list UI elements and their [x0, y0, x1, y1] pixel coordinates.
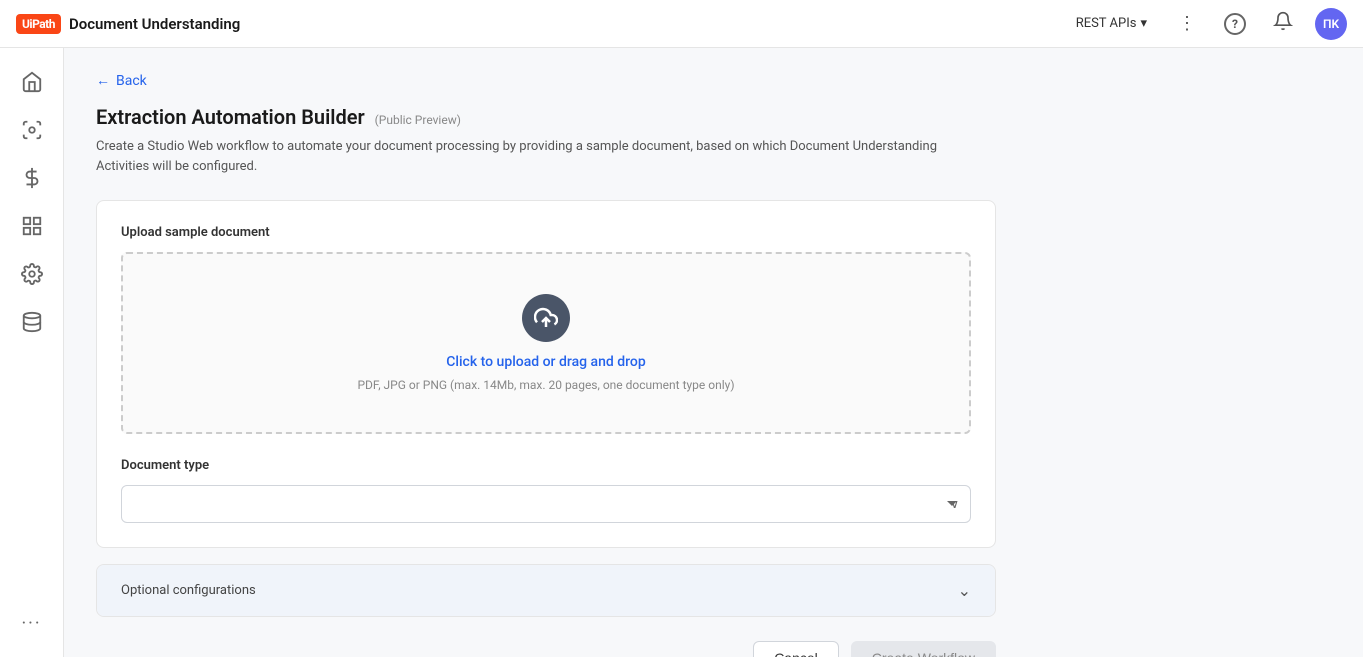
- upload-cta-text: Click to upload or drag and drop: [446, 354, 645, 370]
- bell-icon: [1273, 11, 1293, 36]
- sidebar-nav: ···: [0, 48, 64, 657]
- page-title: Extraction Automation Builder: [96, 105, 365, 129]
- document-type-label: Document type: [121, 458, 971, 473]
- action-bar: Cancel Create Workflow: [96, 641, 996, 657]
- help-icon: ?: [1224, 13, 1246, 35]
- cancel-button[interactable]: Cancel: [753, 641, 839, 657]
- optional-config-chevron-icon: ⌄: [958, 581, 971, 600]
- more-icon: ⋮: [1178, 13, 1196, 34]
- document-type-select-wrapper: ∨: [121, 485, 971, 523]
- page-description: Create a Studio Web workflow to automate…: [96, 137, 976, 176]
- create-workflow-button[interactable]: Create Workflow: [851, 641, 996, 657]
- optional-config-header[interactable]: Optional configurations ⌄: [97, 565, 995, 616]
- optional-config-label: Optional configurations: [121, 583, 256, 598]
- public-preview-badge: (Public Preview): [375, 113, 461, 127]
- content-area: ← Back Extraction Automation Builder (Pu…: [64, 48, 1363, 657]
- sidebar-item-settings[interactable]: [10, 252, 54, 296]
- topbar-right: REST APIs ▾ ⋮ ? ΠΚ: [1068, 8, 1347, 40]
- upload-icon: [522, 294, 570, 342]
- sidebar-item-storage[interactable]: [10, 300, 54, 344]
- rest-apis-label: REST APIs: [1076, 16, 1137, 31]
- upload-hint-text: PDF, JPG or PNG (max. 14Mb, max. 20 page…: [357, 378, 734, 392]
- user-avatar[interactable]: ΠΚ: [1315, 8, 1347, 40]
- document-type-section: Document type ∨: [121, 458, 971, 523]
- main-wrapper: ··· ← Back Extraction Automation Builder…: [0, 48, 1363, 657]
- form-card: Upload sample document Click to upload o…: [96, 200, 996, 548]
- logo-area: UiPath Document Understanding: [16, 14, 240, 34]
- upload-section: Upload sample document Click to upload o…: [121, 225, 971, 434]
- chevron-down-icon: ▾: [1140, 16, 1147, 31]
- sidebar-item-marketplace[interactable]: [10, 204, 54, 248]
- back-label: Back: [116, 73, 147, 89]
- upload-dropzone[interactable]: Click to upload or drag and drop PDF, JP…: [121, 252, 971, 434]
- sidebar-item-capture[interactable]: [10, 108, 54, 152]
- rest-apis-button[interactable]: REST APIs ▾: [1068, 12, 1155, 35]
- document-type-select[interactable]: [121, 485, 971, 523]
- back-link[interactable]: ← Back: [96, 72, 147, 89]
- page-header: Extraction Automation Builder (Public Pr…: [96, 105, 1331, 129]
- more-dots-icon: ···: [21, 613, 41, 634]
- back-arrow-icon: ←: [96, 72, 110, 89]
- topbar: UiPath Document Understanding REST APIs …: [0, 0, 1363, 48]
- optional-config-section: Optional configurations ⌄: [96, 564, 996, 617]
- more-options-button[interactable]: ⋮: [1171, 8, 1203, 40]
- sidebar-item-more[interactable]: ···: [10, 601, 54, 645]
- sidebar-item-billing[interactable]: [10, 156, 54, 200]
- notifications-button[interactable]: [1267, 8, 1299, 40]
- upload-section-label: Upload sample document: [121, 225, 971, 240]
- help-button[interactable]: ?: [1219, 8, 1251, 40]
- sidebar-item-home[interactable]: [10, 60, 54, 104]
- app-title: Document Understanding: [69, 15, 240, 33]
- uipath-logo: UiPath: [16, 14, 61, 34]
